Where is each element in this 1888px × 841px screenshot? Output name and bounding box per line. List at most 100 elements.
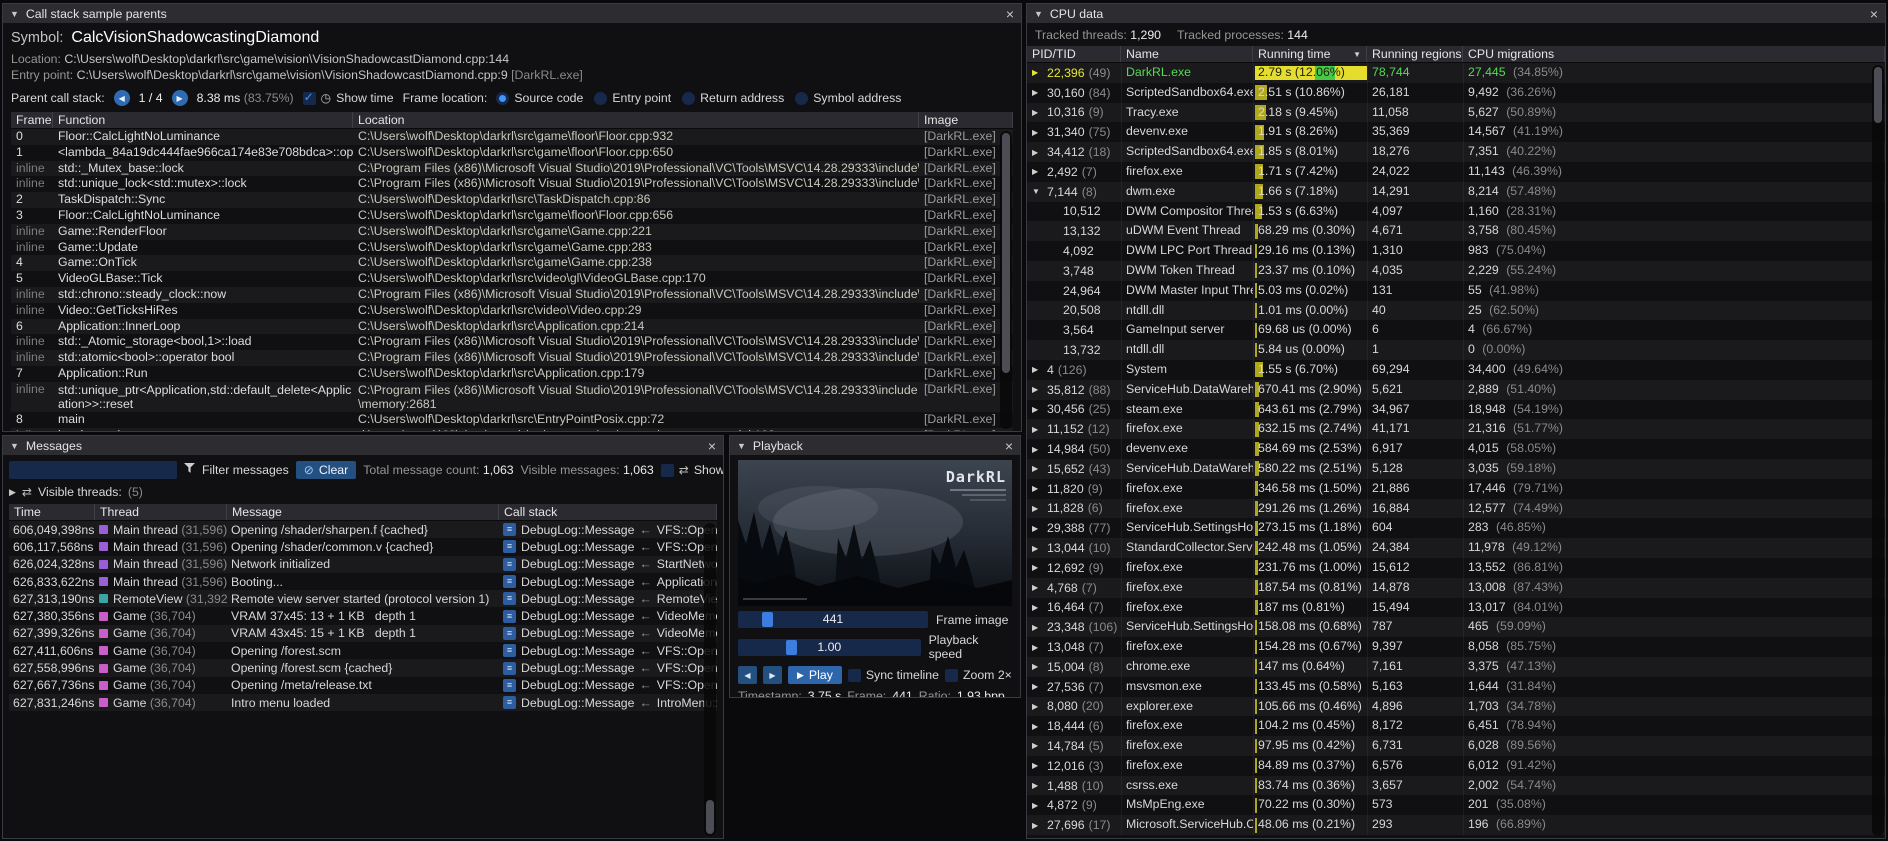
- scrollbar-thumb[interactable]: [1002, 133, 1010, 373]
- cpu-process-row[interactable]: ▶ 8,080 (20) explorer.exe 105.66 ms (0.4…: [1027, 697, 1885, 717]
- show-frame-checkbox[interactable]: [661, 464, 674, 477]
- process-name[interactable]: DarkRL.exe: [1121, 63, 1253, 83]
- expand-icon[interactable]: ▶: [1032, 662, 1043, 671]
- process-name[interactable]: firefox.exe: [1121, 419, 1253, 439]
- process-name[interactable]: firefox.exe: [1121, 637, 1253, 657]
- process-name[interactable]: steam.exe: [1121, 400, 1253, 420]
- cpu-process-row[interactable]: ▼ 7,144 (8) dwm.exe 1.66 s (7.18%) 14,29…: [1027, 182, 1885, 202]
- message-thread[interactable]: RemoteView (31,392): [95, 592, 227, 606]
- expand-icon[interactable]: ▶: [1032, 128, 1043, 137]
- collapse-icon[interactable]: ▼: [1034, 9, 1043, 19]
- frame-location-radio[interactable]: Entry point: [594, 91, 671, 105]
- expand-icon[interactable]: ▶: [1032, 167, 1043, 176]
- process-name[interactable]: ServiceHub.SettingsHost: [1121, 617, 1253, 637]
- expand-icon[interactable]: ▶: [1032, 484, 1043, 493]
- source-location[interactable]: C:\Program Files (x86)\Microsoft Visual …: [353, 176, 919, 192]
- process-name[interactable]: firefox.exe: [1121, 756, 1253, 776]
- cpu-process-row[interactable]: ▶ 12,692 (9) firefox.exe 231.76 ms (1.00…: [1027, 558, 1885, 578]
- message-text[interactable]: Remote view server started (protocol ver…: [227, 592, 499, 606]
- expand-icon[interactable]: ▶: [1032, 425, 1043, 434]
- message-thread[interactable]: Game (36,704): [95, 626, 227, 640]
- callstack-row[interactable]: 6 Application::InnerLoop C:\Users\wolf\D…: [11, 319, 1013, 335]
- next-callstack-button[interactable]: ▶: [172, 90, 188, 106]
- callstack-frame[interactable]: DebugLog::Message: [521, 644, 634, 658]
- callstack-chip-icon[interactable]: ≡: [503, 679, 516, 692]
- collapse-icon[interactable]: ▼: [737, 441, 746, 451]
- callstack-frame[interactable]: DebugLog::Message: [521, 678, 634, 692]
- column-header-frame[interactable]: Frame: [11, 112, 53, 128]
- callstack-frame[interactable]: DebugLog::Message: [521, 575, 634, 589]
- function-name[interactable]: TaskDispatch::Sync: [53, 192, 353, 208]
- cpu-process-row[interactable]: ▶ 13,044 (10) StandardCollector.Servic 2…: [1027, 538, 1885, 558]
- message-row[interactable]: 627,313,190ns RemoteView (31,392) Remote…: [9, 590, 717, 607]
- source-location[interactable]: C:\Users\wolf\Desktop\darkrl\src\video\V…: [353, 303, 919, 319]
- message-callstack[interactable]: ≡ DebugLog::Message ← VideoMemo: [499, 609, 717, 623]
- function-name[interactable]: Game::OnTick: [53, 255, 353, 271]
- cpu-scrollbar[interactable]: [1872, 65, 1884, 836]
- function-name[interactable]: Video::GetTicksHiRes: [53, 303, 353, 319]
- message-thread[interactable]: Game (36,704): [95, 609, 227, 623]
- process-name[interactable]: ServiceHub.DataWareho: [1121, 380, 1253, 400]
- message-text[interactable]: Opening /forest.scm {cached}: [227, 661, 499, 675]
- process-name[interactable]: StandardCollector.Servic: [1121, 538, 1253, 558]
- message-row[interactable]: 627,558,996ns Game (36,704) Opening /for…: [9, 659, 717, 676]
- expand-icon[interactable]: ▶: [1032, 623, 1043, 632]
- callstack-row[interactable]: inline invoke_main d:\agent\_work\63\s\s…: [11, 428, 1013, 431]
- callstack-chip-icon[interactable]: ≡: [503, 540, 516, 553]
- process-name[interactable]: DWM Master Input Threa: [1121, 281, 1253, 301]
- expand-icon[interactable]: ▶: [1032, 405, 1043, 414]
- expand-icon[interactable]: ▶: [1032, 821, 1043, 830]
- process-name[interactable]: ServiceHub.SettingsHost: [1121, 518, 1253, 538]
- message-text[interactable]: Opening /shader/common.v {cached}: [227, 540, 499, 554]
- source-location[interactable]: C:\Users\wolf\Desktop\darkrl\src\game\fl…: [353, 129, 919, 145]
- expand-icon[interactable]: ▶: [1032, 544, 1043, 553]
- cpu-process-row[interactable]: ▶ 31,340 (75) devenv.exe 1.91 s (8.26%) …: [1027, 122, 1885, 142]
- function-name[interactable]: std::chrono::steady_clock::now: [53, 287, 353, 303]
- source-location[interactable]: C:\Users\wolf\Desktop\darkrl\src\game\Ga…: [353, 255, 919, 271]
- message-thread[interactable]: Main thread (31,596): [95, 575, 227, 589]
- callstack-row[interactable]: 8 main C:\Users\wolf\Desktop\darkrl\src\…: [11, 412, 1013, 428]
- callstack-row[interactable]: inline std::_Mutex_base::lock C:\Program…: [11, 161, 1013, 177]
- function-name[interactable]: std::atomic<bool>::operator bool: [53, 350, 353, 366]
- source-location[interactable]: C:\Users\wolf\Desktop\darkrl\src\Applica…: [353, 366, 919, 382]
- expand-icon[interactable]: ▶: [1032, 464, 1043, 473]
- cpu-process-row[interactable]: 13,732 ntdll.dll 5.84 us (0.00%) 1 0 (0.…: [1027, 340, 1885, 360]
- callstack-frame[interactable]: DebugLog::Message: [521, 696, 634, 710]
- cpu-process-row[interactable]: ▶ 11,828 (6) firefox.exe 291.26 ms (1.26…: [1027, 499, 1885, 519]
- expand-icon[interactable]: ▶: [1032, 801, 1043, 810]
- function-name[interactable]: Application::InnerLoop: [53, 319, 353, 335]
- process-name[interactable]: firefox.exe: [1121, 578, 1253, 598]
- callstack-frame[interactable]: DebugLog::Message: [521, 609, 634, 623]
- function-name[interactable]: std::_Mutex_base::lock: [53, 161, 353, 177]
- process-name[interactable]: ServiceHub.DataWareho: [1121, 459, 1253, 479]
- cpu-process-row[interactable]: ▶ 35,812 (88) ServiceHub.DataWareho 670.…: [1027, 380, 1885, 400]
- process-name[interactable]: firefox.exe: [1121, 736, 1253, 756]
- message-text[interactable]: Opening /meta/release.txt: [227, 678, 499, 692]
- function-name[interactable]: Game::Update: [53, 240, 353, 256]
- callstack-chip-icon[interactable]: ≡: [503, 627, 516, 640]
- messages-scrollbar[interactable]: [704, 523, 716, 836]
- cpu-process-row[interactable]: 3,748 DWM Token Thread 23.37 ms (0.10%) …: [1027, 261, 1885, 281]
- message-thread[interactable]: Game (36,704): [95, 661, 227, 675]
- callstack-row[interactable]: 7 Application::Run C:\Users\wolf\Desktop…: [11, 366, 1013, 382]
- message-text[interactable]: Intro menu loaded: [227, 696, 499, 710]
- callstack-row[interactable]: inline std::unique_ptr<Application,std::…: [11, 382, 1013, 412]
- scrollbar-thumb[interactable]: [1874, 67, 1882, 123]
- callstack-frame[interactable]: DebugLog::Message: [521, 626, 634, 640]
- message-row[interactable]: 626,833,622ns Main thread (31,596) Booti…: [9, 573, 717, 590]
- callstack-row[interactable]: 5 VideoGLBase::Tick C:\Users\wolf\Deskto…: [11, 271, 1013, 287]
- process-name[interactable]: firefox.exe: [1121, 499, 1253, 519]
- message-text[interactable]: Opening /forest.scm: [227, 644, 499, 658]
- expand-icon[interactable]: ▶: [1032, 643, 1043, 652]
- cpu-process-row[interactable]: ▶ 12,016 (3) firefox.exe 84.89 ms (0.37%…: [1027, 756, 1885, 776]
- process-name[interactable]: uDWM Event Thread: [1121, 221, 1253, 241]
- zoom-2x-checkbox[interactable]: [945, 669, 958, 682]
- filter-input[interactable]: [9, 461, 177, 479]
- callstack-chip-icon[interactable]: ≡: [503, 575, 516, 588]
- callstack-row[interactable]: inline std::unique_lock<std::mutex>::loc…: [11, 176, 1013, 192]
- column-header-function[interactable]: Function: [53, 112, 353, 128]
- expand-icon[interactable]: ▶: [1032, 445, 1043, 454]
- process-name[interactable]: System: [1121, 360, 1253, 380]
- message-callstack[interactable]: ≡ DebugLog::Message ← Application:: [499, 575, 717, 589]
- function-name[interactable]: Application::Run: [53, 366, 353, 382]
